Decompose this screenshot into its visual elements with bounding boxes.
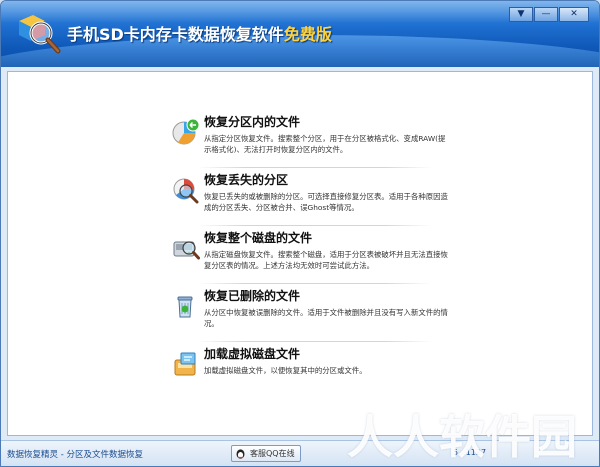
recovery-options-list: 恢复分区内的文件 从指定分区恢复文件。搜索整个分区，用于在分区被格式化、变成RA… (168, 112, 448, 400)
option-title: 恢复分区内的文件 (204, 115, 301, 129)
partition-recover-icon (172, 118, 200, 145)
app-window: 手机SD卡内存卡数据恢复软件免费版 ▼ — ✕ 恢复分区内的文件 从指定分区恢复… (0, 0, 600, 467)
title-bar[interactable]: 手机SD卡内存卡数据恢复软件免费版 ▼ — ✕ (1, 1, 599, 67)
option-recover-lost-partition[interactable]: 恢复丢失的分区 恢复已丢失的或被删除的分区。可选择直接修复分区表。适用于各种原因… (168, 170, 448, 226)
option-title: 恢复丢失的分区 (204, 173, 289, 187)
close-button[interactable]: ✕ (559, 7, 589, 22)
whole-disk-icon (173, 241, 200, 260)
lost-partition-icon (173, 178, 199, 204)
option-title: 加载虚拟磁盘文件 (204, 347, 301, 361)
divider (198, 225, 432, 226)
divider (198, 167, 432, 168)
main-panel: 恢复分区内的文件 从指定分区恢复文件。搜索整个分区，用于在分区被格式化、变成RA… (7, 71, 593, 436)
option-desc: 加载虚拟磁盘文件，以便恢复其中的分区或文件。 (204, 366, 367, 375)
qq-button-label: 客服QQ在线 (250, 449, 295, 458)
option-recover-partition-files[interactable]: 恢复分区内的文件 从指定分区恢复文件。搜索整个分区，用于在分区被格式化、变成RA… (168, 112, 445, 168)
option-desc: 从分区中恢复被误删除的文件。适用于文件被删除并且没有写入新文件的情况。 (204, 308, 448, 328)
window-title-main: 手机SD卡内存卡数据恢复软件 (67, 25, 284, 44)
magnifier-logo-icon (19, 15, 61, 54)
window-title: 手机SD卡内存卡数据恢复软件免费版 (67, 21, 332, 45)
minimize-button[interactable]: — (534, 7, 558, 22)
qq-penguin-icon (236, 449, 245, 459)
option-load-virtual-disk[interactable]: 加载虚拟磁盘文件 加载虚拟磁盘文件，以便恢复其中的分区或文件。 (168, 344, 422, 400)
option-desc: 恢复已丢失的或被删除的分区。可选择直接修复分区表。适用于各种原因造成的分区丢失、… (204, 192, 448, 212)
window-controls: ▼ — ✕ (509, 7, 589, 22)
divider (198, 341, 432, 342)
customer-service-qq-button[interactable]: 客服QQ在线 (231, 445, 301, 462)
option-desc: 从指定磁盘恢复文件。搜索整个磁盘，适用于分区表被破坏并且无法直接恢复分区表的情况… (204, 250, 448, 270)
status-text: 数据恢复精灵 - 分区及文件数据恢复 (7, 450, 143, 460)
option-title: 恢复已删除的文件 (204, 289, 301, 303)
watermark-text: 人人软件园 (347, 410, 577, 464)
window-title-free: 免费版 (283, 25, 332, 44)
option-desc: 从指定分区恢复文件。搜索整个分区，用于在分区被格式化、变成RAW(提示格式化)、… (204, 134, 446, 154)
menu-dropdown-button[interactable]: ▼ (509, 7, 533, 22)
divider (198, 283, 432, 284)
option-recover-whole-disk[interactable]: 恢复整个磁盘的文件 从指定磁盘恢复文件。搜索整个磁盘，适用于分区表被破坏并且无法… (168, 228, 448, 284)
option-title: 恢复整个磁盘的文件 (204, 231, 313, 245)
virtual-disk-icon (174, 352, 196, 376)
option-recover-deleted-files[interactable]: 恢复已删除的文件 从分区中恢复被误删除的文件。适用于文件被删除并且没有写入新文件… (168, 286, 448, 342)
recycle-bin-icon (177, 296, 193, 318)
